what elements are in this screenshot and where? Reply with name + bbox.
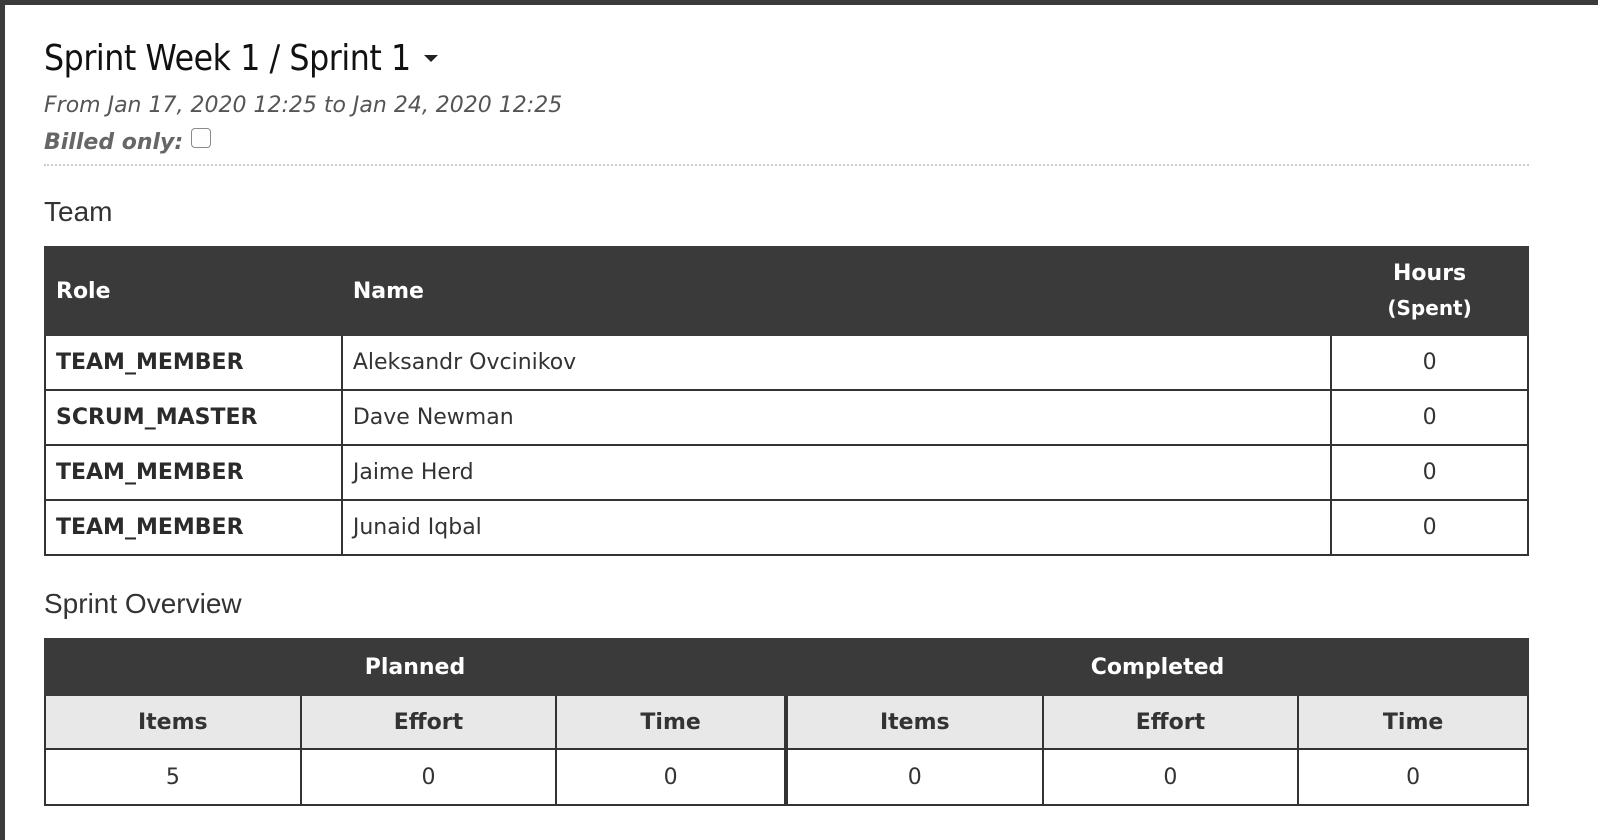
team-hours-cell: 0 [1330, 334, 1529, 391]
completed-effort-header: Effort [1041, 694, 1300, 750]
overview-group-header: Planned Completed [44, 638, 1530, 696]
table-row: TEAM_MEMBER Jaime Herd 0 [44, 444, 1529, 501]
team-role-cell: TEAM_MEMBER [44, 499, 343, 556]
planned-items-header: Items [44, 694, 302, 750]
planned-items-value: 5 [44, 748, 302, 806]
team-name-cell: Aleksandr Ovcinikov [340, 334, 1333, 391]
team-table-header: Role Name Hours (Spent) [44, 246, 1529, 336]
page-title[interactable]: Sprint Week 1 / Sprint 1 [44, 38, 411, 79]
section-divider [44, 164, 1529, 166]
completed-group-header: Completed [783, 638, 1530, 696]
table-row: TEAM_MEMBER Junaid Iqbal 0 [44, 499, 1529, 556]
caret-down-icon[interactable] [424, 54, 439, 62]
billed-only-checkbox[interactable] [191, 128, 212, 148]
sprint-selector[interactable]: Sprint Week 1 / Sprint 1 [44, 32, 1559, 84]
team-name-cell: Junaid Iqbal [340, 499, 1333, 556]
team-name-cell: Dave Newman [340, 389, 1333, 446]
overview-sub-header: Items Effort Time Items Effort Time [44, 694, 1529, 750]
team-section-title: Team [44, 196, 113, 227]
completed-time-value: 0 [1297, 748, 1529, 806]
planned-effort-header: Effort [299, 694, 558, 750]
completed-effort-value: 0 [1041, 748, 1300, 806]
team-role-cell: TEAM_MEMBER [44, 334, 343, 391]
column-header-role: Role [44, 246, 343, 336]
completed-items-header: Items [783, 694, 1044, 750]
team-hours-cell: 0 [1330, 444, 1529, 501]
sprint-overview-section-title: Sprint Overview [44, 588, 242, 619]
table-row: TEAM_MEMBER Aleksandr Ovcinikov 0 [44, 334, 1529, 391]
sprint-report: Sprint Week 1 / Sprint 1 From Jan 17, 20… [44, 32, 1559, 806]
sprint-overview-table: Planned Completed Items Effort Time Item… [44, 638, 1530, 806]
billed-only-label: Billed only: [44, 130, 184, 155]
billed-only-filter: Billed only: [44, 126, 1559, 160]
window-frame-left [0, 0, 5, 840]
planned-group-header: Planned [44, 638, 787, 696]
table-row: 5 0 0 0 0 0 [44, 748, 1529, 806]
window-frame-top [0, 0, 1598, 5]
sprint-date-range: From Jan 17, 2020 12:25 to Jan 24, 2020 … [44, 93, 563, 118]
completed-items-value: 0 [783, 748, 1044, 806]
team-role-cell: TEAM_MEMBER [44, 444, 343, 501]
table-row: SCRUM_MASTER Dave Newman 0 [44, 389, 1529, 446]
column-header-name: Name [340, 246, 1333, 336]
team-role-cell: SCRUM_MASTER [44, 389, 343, 446]
team-hours-cell: 0 [1330, 499, 1529, 556]
planned-time-value: 0 [555, 748, 787, 806]
completed-time-header: Time [1297, 694, 1529, 750]
team-name-cell: Jaime Herd [340, 444, 1333, 501]
column-header-hours-label: Hours [1393, 261, 1467, 286]
team-hours-cell: 0 [1330, 389, 1529, 446]
planned-effort-value: 0 [299, 748, 558, 806]
team-table: Role Name Hours (Spent) TEAM_MEMBER Alek… [44, 246, 1529, 556]
column-header-hours-sub: (Spent) [1387, 296, 1472, 320]
column-header-hours: Hours (Spent) [1330, 246, 1529, 336]
planned-time-header: Time [555, 694, 787, 750]
